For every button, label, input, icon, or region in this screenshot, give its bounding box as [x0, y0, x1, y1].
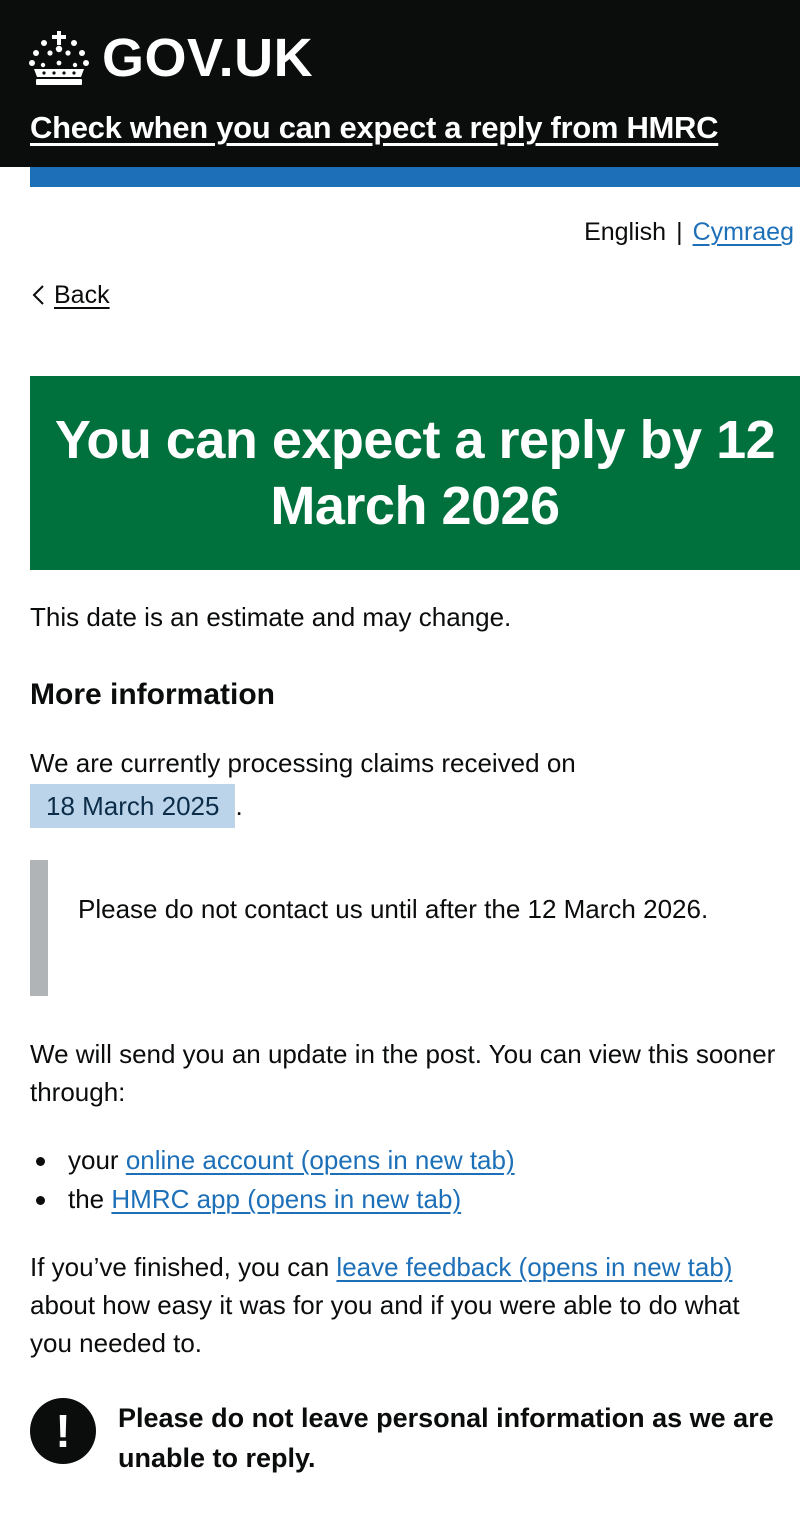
header-accent-bar [30, 167, 800, 187]
language-cymraeg-link[interactable]: Cymraeg [693, 218, 794, 246]
chevron-left-icon [32, 285, 44, 305]
list-item-prefix: your [68, 1145, 119, 1175]
confirmation-panel: You can expect a reply by 12 March 2026 [30, 376, 800, 570]
feedback-paragraph: If you’ve finished, you can leave feedba… [30, 1248, 785, 1362]
feedback-suffix: about how easy it was for you and if you… [30, 1290, 740, 1358]
processing-end: . [235, 791, 243, 821]
language-separator: | [676, 218, 683, 246]
back-link[interactable]: Back [30, 277, 110, 313]
panel-title: You can expect a reply by 12 March 2026 [54, 410, 776, 536]
feedback-prefix: If you’ve finished, you can [30, 1252, 330, 1282]
inset-message: Please do not contact us until after the… [78, 894, 709, 924]
govuk-logo-link[interactable]: GOV.UK [28, 28, 313, 88]
inset-text: Please do not contact us until after the… [30, 860, 770, 996]
estimate-note: This date is an estimate and may change. [30, 602, 512, 632]
crown-icon [29, 31, 89, 85]
processing-paragraph: We are currently processing claims recei… [30, 744, 785, 828]
leave-feedback-link[interactable]: leave feedback (opens in new tab) [336, 1252, 732, 1282]
view-options-list: your online account (opens in new tab) t… [30, 1141, 515, 1219]
language-switcher: English | Cymraeg [584, 214, 794, 250]
service-name-link[interactable]: Check when you can expect a reply from H… [30, 108, 719, 148]
online-account-link[interactable]: online account (opens in new tab) [126, 1145, 515, 1175]
processing-date-tag: 18 March 2025 [30, 784, 236, 828]
more-info-heading: More information [30, 678, 275, 711]
update-paragraph: We will send you an update in the post. … [30, 1039, 776, 1107]
hmrc-app-link[interactable]: HMRC app (opens in new tab) [111, 1184, 461, 1214]
processing-text: We are currently processing claims recei… [30, 748, 576, 778]
list-item: your online account (opens in new tab) [30, 1141, 515, 1180]
exclamation-icon: ! [30, 1398, 96, 1464]
site-header: GOV.UK Check when you can expect a reply… [0, 0, 800, 167]
warning-text: ! Please do not leave personal informati… [30, 1398, 790, 1478]
list-item: the HMRC app (opens in new tab) [30, 1180, 515, 1219]
govuk-logo-text: GOV.UK [102, 28, 314, 88]
warning-message: Please do not leave personal information… [118, 1403, 774, 1473]
language-current: English [584, 218, 667, 246]
back-label: Back [54, 281, 110, 309]
list-item-prefix: the [68, 1184, 105, 1214]
